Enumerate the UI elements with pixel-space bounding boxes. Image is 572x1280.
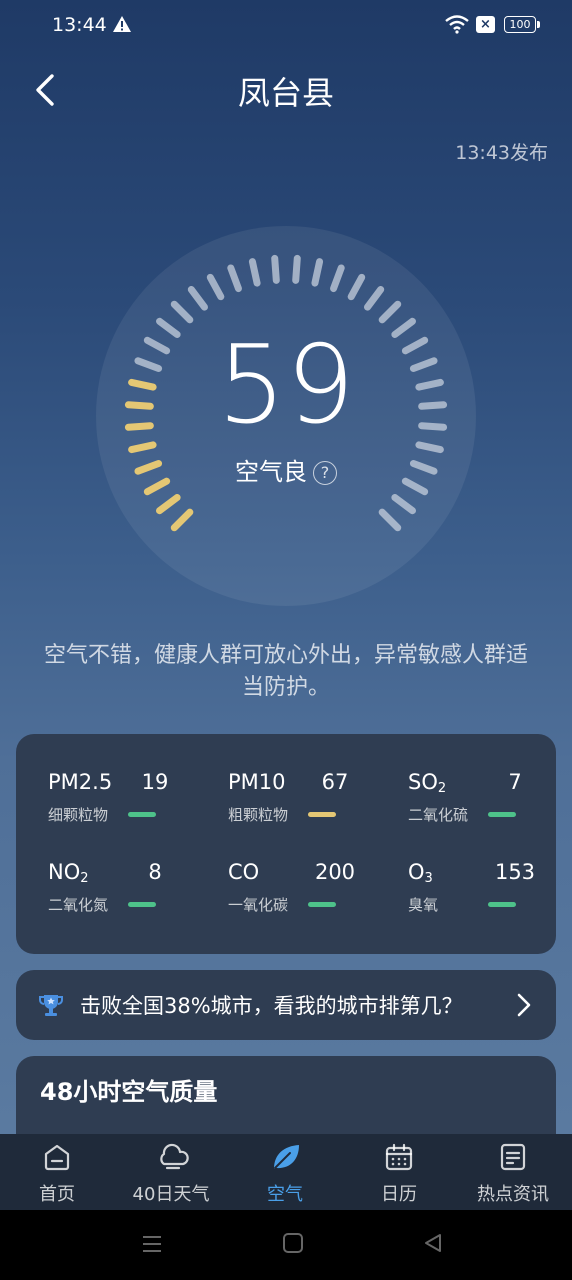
pollutant-value: 19 (141, 770, 169, 794)
publish-time: 13:43发布 (455, 142, 548, 164)
pollutant-label: 二氧化氮 (48, 896, 109, 914)
nav-air[interactable]: 空气 (228, 1134, 342, 1210)
pollutant-label: 一氧化碳 (228, 896, 289, 914)
bottom-nav: 首页 40日天气 空气 日历 热点资讯 (0, 1134, 572, 1210)
status-bar: 13:44 × 100 (0, 0, 572, 52)
nav-label: 空气 (267, 1184, 303, 1205)
page-title: 凤台县 (237, 74, 334, 112)
pollutant-co[interactable]: CO 200 一氧化碳 (228, 860, 388, 920)
pollutant-level-bar (128, 812, 156, 817)
leaf-icon (274, 1145, 299, 1169)
city-rank-banner[interactable]: 击败全国38%城市，看我的城市排第几？ (16, 970, 556, 1040)
section-title: 48小时空气质量 (40, 1078, 218, 1106)
pollutant-pm25[interactable]: PM2.5 19 细颗粒物 (48, 770, 208, 830)
pollutant-label: 二氧化硫 (408, 806, 469, 824)
pollutant-value: 153 (494, 860, 536, 884)
trophy-icon (39, 995, 63, 1016)
aqi-gauge: 59 空气良? (96, 226, 476, 606)
pollutant-level-bar (128, 902, 156, 907)
news-icon (500, 1143, 526, 1171)
back-triangle-icon[interactable] (422, 1232, 444, 1254)
pollutant-name: CO (228, 860, 260, 884)
pollutant-level-bar (488, 902, 516, 907)
home-square-icon[interactable] (282, 1232, 304, 1254)
help-icon[interactable]: ? (313, 461, 337, 485)
nav-label: 热点资讯 (477, 1184, 549, 1205)
aqi-value: 59 (217, 323, 355, 448)
status-time: 13:44 (52, 14, 107, 36)
pollutant-subscript: 2 (80, 871, 89, 886)
home-icon (44, 1144, 70, 1171)
pollutant-level-bar (308, 902, 336, 907)
pollutant-name: PM2.5 (48, 770, 113, 794)
pollutant-card[interactable]: PM2.5 19 细颗粒物 PM10 67 粗颗粒物 SO2 7 二氧化硫 NO… (16, 734, 556, 954)
no-sim-icon: × (476, 16, 495, 33)
gauge-tick (248, 258, 261, 287)
pollutant-value: 67 (321, 770, 349, 794)
pollutant-level-bar (308, 812, 336, 817)
rank-text: 击败全国38%城市，看我的城市排第几？ (80, 994, 463, 1018)
nav-label: 40日天气 (132, 1184, 210, 1205)
warning-icon (113, 16, 131, 32)
pollutant-no2[interactable]: NO2 8 二氧化氮 (48, 860, 208, 920)
chevron-right-icon (517, 993, 531, 1017)
gauge-tick (311, 258, 324, 287)
pollutant-value: 8 (148, 860, 162, 884)
nav-label: 日历 (381, 1184, 417, 1205)
nav-home[interactable]: 首页 (0, 1134, 114, 1210)
aqi-level: 空气良 (235, 458, 307, 486)
pollutant-pm10[interactable]: PM10 67 粗颗粒物 (228, 770, 388, 830)
battery-icon: 100 (504, 16, 540, 33)
calendar-icon (385, 1143, 413, 1171)
cloud-icon (160, 1143, 189, 1170)
system-nav-bar (0, 1210, 572, 1280)
pollutant-name: O (408, 860, 425, 884)
menu-icon[interactable] (140, 1232, 164, 1256)
pollutant-label: 细颗粒物 (48, 806, 109, 824)
pollutant-subscript: 3 (424, 871, 433, 886)
nav-calendar[interactable]: 日历 (342, 1134, 456, 1210)
nav-hot-news[interactable]: 热点资讯 (456, 1134, 570, 1210)
pollutant-label: 臭氧 (408, 896, 439, 914)
health-advice: 空气不错，健康人群可放心外出，异常敏感人群适当防护。 (43, 643, 528, 700)
pollutant-level-bar (488, 812, 516, 817)
pollutant-value: 7 (508, 770, 522, 794)
aqi-level-row[interactable]: 空气良? (96, 452, 476, 487)
pollutant-name: PM10 (228, 770, 286, 794)
pollutant-so2[interactable]: SO2 7 二氧化硫 (408, 770, 568, 830)
pollutant-o3[interactable]: O3 153 臭氧 (408, 860, 568, 920)
pollutant-name: NO (48, 860, 81, 884)
nav-40-day-weather[interactable]: 40日天气 (114, 1134, 228, 1210)
gauge-tick (292, 254, 301, 284)
wifi-icon (445, 15, 469, 34)
gauge-tick (271, 254, 280, 284)
pollutant-label: 粗颗粒物 (228, 806, 289, 824)
pollutant-name: SO (408, 770, 438, 794)
pollutant-value: 200 (314, 860, 356, 884)
nav-label: 首页 (39, 1184, 75, 1205)
pollutant-subscript: 2 (437, 781, 447, 796)
